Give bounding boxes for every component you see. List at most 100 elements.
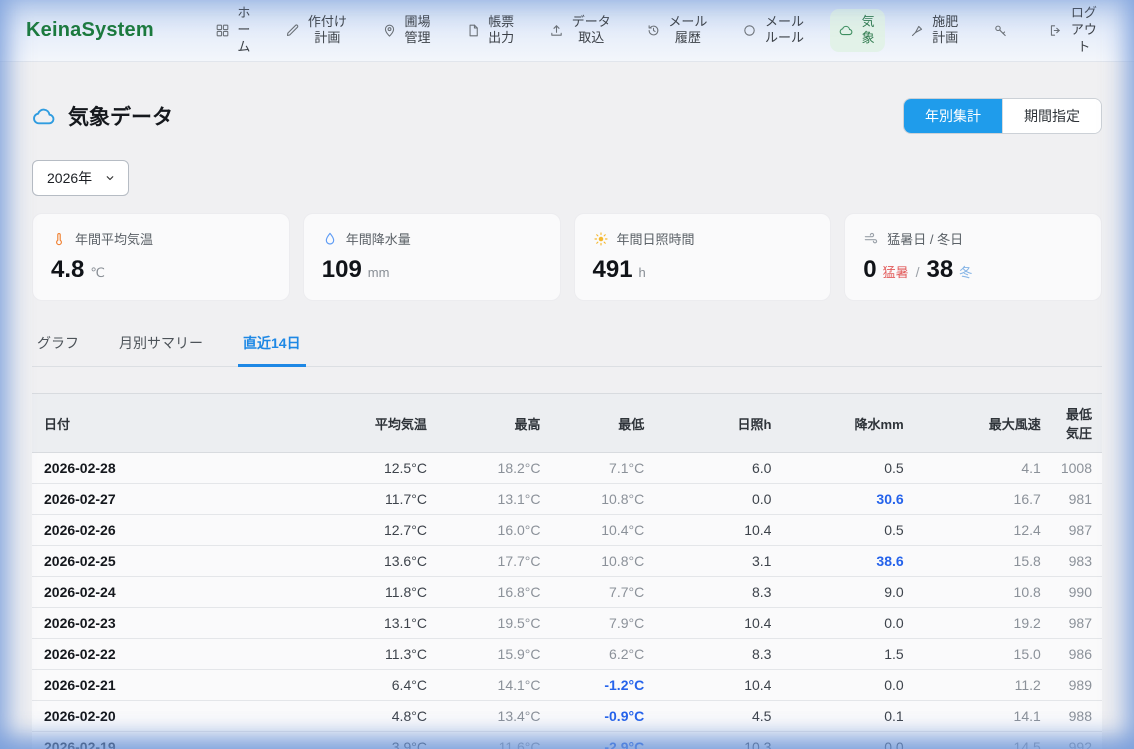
key-icon (993, 23, 1008, 38)
value-cell: 4.1 (914, 453, 1051, 484)
value-cell: 6.0 (654, 453, 781, 484)
stat-value: 109 (322, 256, 362, 284)
column-header: 最大風速 (914, 394, 1051, 453)
value-cell: 987 (1051, 608, 1102, 639)
value-cell: 16.0°C (437, 515, 551, 546)
column-header: 最低気圧 (1051, 394, 1102, 453)
value-cell: 6.4°C (323, 670, 437, 701)
value-cell: 15.8 (914, 546, 1051, 577)
value-cell: 13.4°C (437, 701, 551, 732)
nav-item-mail-history[interactable]: メール履歴 (637, 9, 718, 53)
value-cell: 7.7°C (551, 577, 655, 608)
yearly-summary-button[interactable]: 年別集計 (904, 99, 1002, 133)
winter-days-value: 38 (927, 256, 954, 284)
value-cell: 10.4 (654, 670, 781, 701)
date-cell: 2026-02-24 (32, 577, 323, 608)
stats-row: 年間平均気温 4.8 ℃ 年間降水量 109 mm (32, 213, 1102, 301)
stat-unit: h (639, 265, 646, 280)
nav-item-report-output[interactable]: 帳票出力 (457, 9, 525, 53)
date-cell: 2026-02-27 (32, 484, 323, 515)
value-cell: 30.6 (781, 484, 913, 515)
stat-label: 年間降水量 (346, 229, 411, 248)
thermometer-icon (51, 231, 67, 247)
view-toggle-group: 年別集計 期間指定 (903, 98, 1102, 134)
stat-label: 年間日照時間 (617, 229, 695, 248)
table-row: 2026-02-193.9°C11.6°C-2.9°C10.30.014.599… (32, 732, 1102, 749)
hot-days-value: 0 (863, 256, 876, 284)
date-cell: 2026-02-21 (32, 670, 323, 701)
droplet-icon (322, 231, 338, 247)
nav-item-logout[interactable]: ログアウト (1039, 0, 1108, 61)
tab-monthly-summary[interactable]: 月別サマリー (114, 327, 208, 367)
column-header: 日照h (654, 394, 781, 453)
value-cell: 8.3 (654, 639, 781, 670)
page-title: 気象データ (32, 101, 173, 131)
home-icon (215, 23, 230, 38)
value-cell: 11.3°C (323, 639, 437, 670)
value-cell: 10.4 (654, 515, 781, 546)
nav-item-home[interactable]: ホーム (206, 0, 261, 61)
value-cell: 0.1 (781, 701, 913, 732)
value-cell: 7.9°C (551, 608, 655, 639)
nav-item-fertilization-plan[interactable]: 施肥計画 (901, 9, 969, 53)
weather-table: 日付平均気温最高最低日照h降水mm最大風速最低気圧 2026-02-2812.5… (32, 393, 1102, 749)
logout-icon (1048, 23, 1063, 38)
top-navigation-bar: KeinaSystem ホーム 作付け計画 圃場管理 (0, 0, 1134, 62)
value-cell: 0.5 (781, 453, 913, 484)
table-header: 日付平均気温最高最低日照h降水mm最大風速最低気圧 (32, 394, 1102, 453)
year-select[interactable]: 2026年 (32, 160, 129, 196)
tab-last-14-days[interactable]: 直近14日 (238, 327, 306, 367)
value-cell: 10.4°C (551, 515, 655, 546)
value-cell: 15.9°C (437, 639, 551, 670)
table-row: 2026-02-2812.5°C18.2°C7.1°C6.00.54.11008 (32, 453, 1102, 484)
nav-item-password-key[interactable] (984, 18, 1023, 43)
value-cell: 12.4 (914, 515, 1051, 546)
date-cell: 2026-02-28 (32, 453, 323, 484)
date-cell: 2026-02-20 (32, 701, 323, 732)
value-cell: 0.0 (781, 670, 913, 701)
hot-days-label: 猛暑 (883, 262, 909, 281)
value-cell: 4.8°C (323, 701, 437, 732)
value-cell: -2.9°C (551, 732, 655, 749)
stat-card-precipitation: 年間降水量 109 mm (303, 213, 561, 301)
value-cell: 11.2 (914, 670, 1051, 701)
value-cell: 11.6°C (437, 732, 551, 749)
nav-item-mail-rules[interactable]: メールルール (733, 9, 814, 53)
nav-label: ホーム (236, 5, 252, 56)
stat-unit: mm (368, 265, 390, 280)
value-cell: 10.8 (914, 577, 1051, 608)
map-pin-icon (382, 23, 397, 38)
date-cell: 2026-02-19 (32, 732, 323, 749)
trowel-icon (910, 23, 925, 38)
value-cell: 17.7°C (437, 546, 551, 577)
nav-label: メールルール (763, 14, 805, 48)
value-cell: 10.3 (654, 732, 781, 749)
value-cell: 13.1°C (437, 484, 551, 515)
nav-item-weather[interactable]: 気象 (830, 9, 885, 53)
value-cell: 990 (1051, 577, 1102, 608)
value-cell: 14.1°C (437, 670, 551, 701)
value-cell: 989 (1051, 670, 1102, 701)
stat-value: 4.8 (51, 256, 84, 284)
value-cell: -1.2°C (551, 670, 655, 701)
value-cell: 13.6°C (323, 546, 437, 577)
cloud-icon (32, 104, 57, 129)
circle-icon (742, 23, 757, 38)
value-cell: 15.0 (914, 639, 1051, 670)
table-body: 2026-02-2812.5°C18.2°C7.1°C6.00.54.11008… (32, 453, 1102, 749)
wind-icon (863, 231, 879, 247)
nav-item-planting-plan[interactable]: 作付け計画 (276, 9, 357, 53)
cloud-icon (839, 23, 854, 38)
stat-label: 年間平均気温 (75, 229, 153, 248)
stat-value: 491 (593, 256, 633, 284)
value-cell: 1.5 (781, 639, 913, 670)
value-cell: 12.5°C (323, 453, 437, 484)
value-cell: 0.0 (781, 732, 913, 749)
value-cell: 19.2 (914, 608, 1051, 639)
value-cell: 16.7 (914, 484, 1051, 515)
nav-label: 施肥計画 (931, 14, 960, 48)
nav-item-data-import[interactable]: データ取込 (540, 9, 621, 53)
period-select-button[interactable]: 期間指定 (1002, 99, 1101, 133)
nav-item-field-management[interactable]: 圃場管理 (373, 9, 441, 53)
tab-graph[interactable]: グラフ (32, 327, 84, 367)
